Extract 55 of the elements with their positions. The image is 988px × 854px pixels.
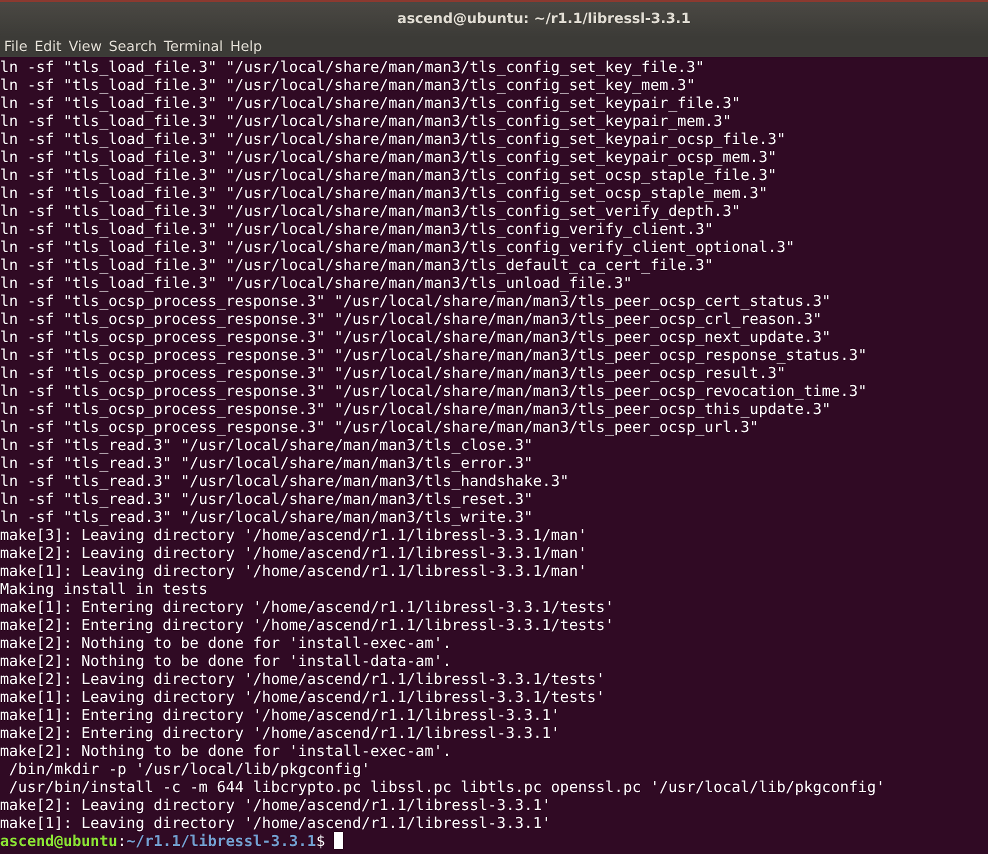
menu-item[interactable]: Edit [34, 38, 69, 54]
terminal-line: ln -sf "tls_ocsp_process_response.3" "/usr/local/share/man/man3/tls_peer_ocsp_url.3" [0, 418, 759, 436]
terminal-line: ln -sf "tls_load_file.3" "/usr/local/share/man/man3/tls_config_set_ocsp_staple_file.3" [0, 166, 777, 184]
terminal-line: make[1]: Leaving directory '/home/ascend/r1.1/libressl-3.3.1/man' [0, 562, 587, 580]
terminal-line: ln -sf "tls_ocsp_process_response.3" "/usr/local/share/man/man3/tls_peer_ocsp_revocation_time.3" [0, 382, 867, 400]
terminal-line: make[2]: Leaving directory '/home/ascend/r1.1/libressl-3.3.1' [0, 796, 551, 814]
terminal-line: ln -sf "tls_ocsp_process_response.3" "/usr/local/share/man/man3/tls_peer_ocsp_next_update.3" [0, 328, 831, 346]
terminal-line: ln -sf "tls_read.3" "/usr/local/share/man/man3/tls_handshake.3" [0, 472, 569, 490]
terminal-line: make[2]: Entering directory '/home/ascend/r1.1/libressl-3.3.1' [0, 724, 560, 742]
terminal-line: ln -sf "tls_read.3" "/usr/local/share/man/man3/tls_close.3" [0, 436, 533, 454]
terminal-line: ln -sf "tls_load_file.3" "/usr/local/share/man/man3/tls_unload_file.3" [0, 274, 632, 292]
terminal-line: ln -sf "tls_load_file.3" "/usr/local/share/man/man3/tls_config_set_key_file.3" [0, 58, 704, 76]
terminal-line: ln -sf "tls_ocsp_process_response.3" "/usr/local/share/man/man3/tls_peer_ocsp_response_status.3" [0, 346, 867, 364]
terminal-line: ln -sf "tls_load_file.3" "/usr/local/share/man/man3/tls_config_set_keypair_ocsp_file.3" [0, 130, 786, 148]
menu-item[interactable]: File [4, 38, 34, 54]
terminal-line: ln -sf "tls_load_file.3" "/usr/local/share/man/man3/tls_config_set_key_mem.3" [0, 76, 696, 94]
terminal-line: Making install in tests [0, 580, 208, 598]
terminal-line: ln -sf "tls_load_file.3" "/usr/local/share/man/man3/tls_config_set_keypair_ocsp_mem.3" [0, 148, 777, 166]
terminal-line: ln -sf "tls_load_file.3" "/usr/local/share/man/man3/tls_config_verify_client_optional.3" [0, 238, 795, 256]
terminal-line: ln -sf "tls_load_file.3" "/usr/local/share/man/man3/tls_config_set_verify_depth.3" [0, 202, 741, 220]
terminal-line: ln -sf "tls_read.3" "/usr/local/share/man/man3/tls_error.3" [0, 454, 533, 472]
window-title: ascend@ubuntu: ~/r1.1/libressl-3.3.1 [397, 11, 691, 27]
terminal-line: ln -sf "tls_ocsp_process_response.3" "/usr/local/share/man/man3/tls_peer_ocsp_this_update.3" [0, 400, 831, 418]
terminal-line: ln -sf "tls_load_file.3" "/usr/local/share/man/man3/tls_config_set_keypair_file.3" [0, 94, 741, 112]
terminal-line: make[2]: Nothing to be done for 'install-exec-am'. [0, 634, 452, 652]
terminal-line: ln -sf "tls_load_file.3" "/usr/local/share/man/man3/tls_config_set_ocsp_staple_mem.3" [0, 184, 768, 202]
terminal-line: ln -sf "tls_ocsp_process_response.3" "/usr/local/share/man/man3/tls_peer_ocsp_crl_reason.3" [0, 310, 822, 328]
terminal-line: make[1]: Entering directory '/home/ascend/r1.1/libressl-3.3.1' [0, 706, 560, 724]
prompt-user: ascend@ubuntu [0, 832, 118, 850]
terminal-line: make[2]: Entering directory '/home/ascend/r1.1/libressl-3.3.1/tests' [0, 616, 614, 634]
terminal-line: ln -sf "tls_ocsp_process_response.3" "/usr/local/share/man/man3/tls_peer_ocsp_cert_status.3" [0, 292, 831, 310]
menu-item[interactable]: Help [230, 38, 269, 54]
terminal-line: make[1]: Entering directory '/home/ascend/r1.1/libressl-3.3.1/tests' [0, 598, 614, 616]
terminal-line: make[1]: Leaving directory '/home/ascend/r1.1/libressl-3.3.1' [0, 814, 551, 832]
menu-item[interactable]: Search [108, 38, 164, 54]
terminal-line: ln -sf "tls_ocsp_process_response.3" "/usr/local/share/man/man3/tls_peer_ocsp_result.3" [0, 364, 786, 382]
menu-item[interactable]: View [68, 38, 109, 54]
terminal-line: /usr/bin/install -c -m 644 libcrypto.pc libssl.pc libtls.pc openssl.pc '/usr/local/lib/pkgconfig' [8, 778, 886, 796]
terminal-line: make[2]: Leaving directory '/home/ascend/r1.1/libressl-3.3.1/man' [0, 544, 587, 562]
cursor [334, 832, 344, 849]
terminal-line: make[2]: Nothing to be done for 'install-exec-am'. [0, 742, 452, 760]
terminal-line: /bin/mkdir -p '/usr/local/lib/pkgconfig' [8, 760, 370, 778]
terminal-line: make[2]: Nothing to be done for 'install-data-am'. [0, 652, 452, 670]
prompt-separator: : [117, 832, 126, 850]
prompt-symbol: $ [316, 832, 326, 850]
prompt-path: ~/r1.1/libressl-3.3.1 [126, 832, 316, 850]
terminal-line: ln -sf "tls_load_file.3" "/usr/local/share/man/man3/tls_config_verify_client.3" [0, 220, 714, 238]
terminal-line: make[2]: Leaving directory '/home/ascend/r1.1/libressl-3.3.1/tests' [0, 670, 606, 688]
terminal-line: ln -sf "tls_load_file.3" "/usr/local/share/man/man3/tls_default_ca_cert_file.3" [0, 256, 714, 274]
terminal-line: ln -sf "tls_load_file.3" "/usr/local/share/man/man3/tls_config_set_keypair_mem.3" [0, 112, 732, 130]
terminal-line: make[1]: Leaving directory '/home/ascend/r1.1/libressl-3.3.1/tests' [0, 688, 606, 706]
terminal-line: ln -sf "tls_read.3" "/usr/local/share/man/man3/tls_write.3" [0, 508, 533, 526]
menu-item[interactable]: Terminal [164, 38, 230, 54]
terminal-line: make[3]: Leaving directory '/home/ascend/r1.1/libressl-3.3.1/man' [0, 526, 587, 544]
terminal-line: ln -sf "tls_read.3" "/usr/local/share/man/man3/tls_reset.3" [0, 490, 533, 508]
